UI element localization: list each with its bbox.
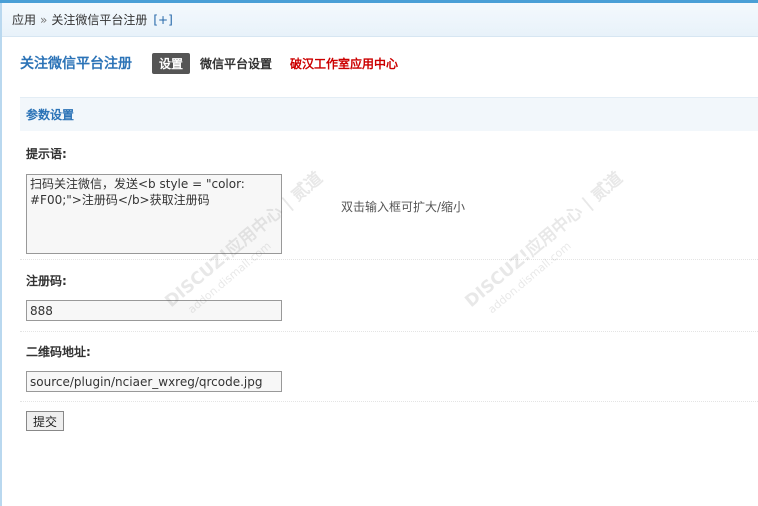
section-header-params: 参数设置 [20,97,758,131]
breadcrumb-separator: » [40,12,48,27]
watermark-text: DISCUZ!应用中心 | 贰道 [461,168,627,312]
code-label: 注册码: [26,274,67,288]
row-divider [20,259,758,260]
code-input[interactable] [26,300,282,321]
row-divider [20,331,758,332]
watermark-subtext: addon.dismall.com [485,239,573,316]
tab-app-center-link[interactable]: 破汉工作室应用中心 [290,55,398,72]
section-title: 参数设置 [26,108,75,122]
submit-button[interactable]: 提交 [26,411,65,431]
prompt-label: 提示语: [26,147,67,161]
breadcrumb: 应用 » 关注微信平台注册 [+] [2,3,758,37]
breadcrumb-root-link[interactable]: 应用 [12,11,36,28]
tab-settings[interactable]: 设置 [152,52,191,74]
page-title: 关注微信平台注册 [20,56,132,72]
qrcode-label: 二维码地址: [26,345,91,359]
left-frame-border [0,3,2,506]
breadcrumb-current: 关注微信平台注册 [51,13,148,27]
page-header: 关注微信平台注册 设置 微信平台设置 破汉工作室应用中心 [20,52,398,74]
tab-wechat-platform-settings[interactable]: 微信平台设置 [200,55,272,72]
watermark-logo: DISCUZ!应用中心 | 贰道 addon.dismall.com [461,168,627,317]
row-divider [20,401,758,402]
add-to-menu-link[interactable]: [+] [153,13,172,27]
prompt-hint: 双击输入框可扩大/缩小 [341,200,466,214]
qrcode-url-input[interactable] [26,371,282,392]
prompt-textarea[interactable]: 扫码关注微信，发送<b style = "color: #F00;">注册码</… [26,174,282,254]
